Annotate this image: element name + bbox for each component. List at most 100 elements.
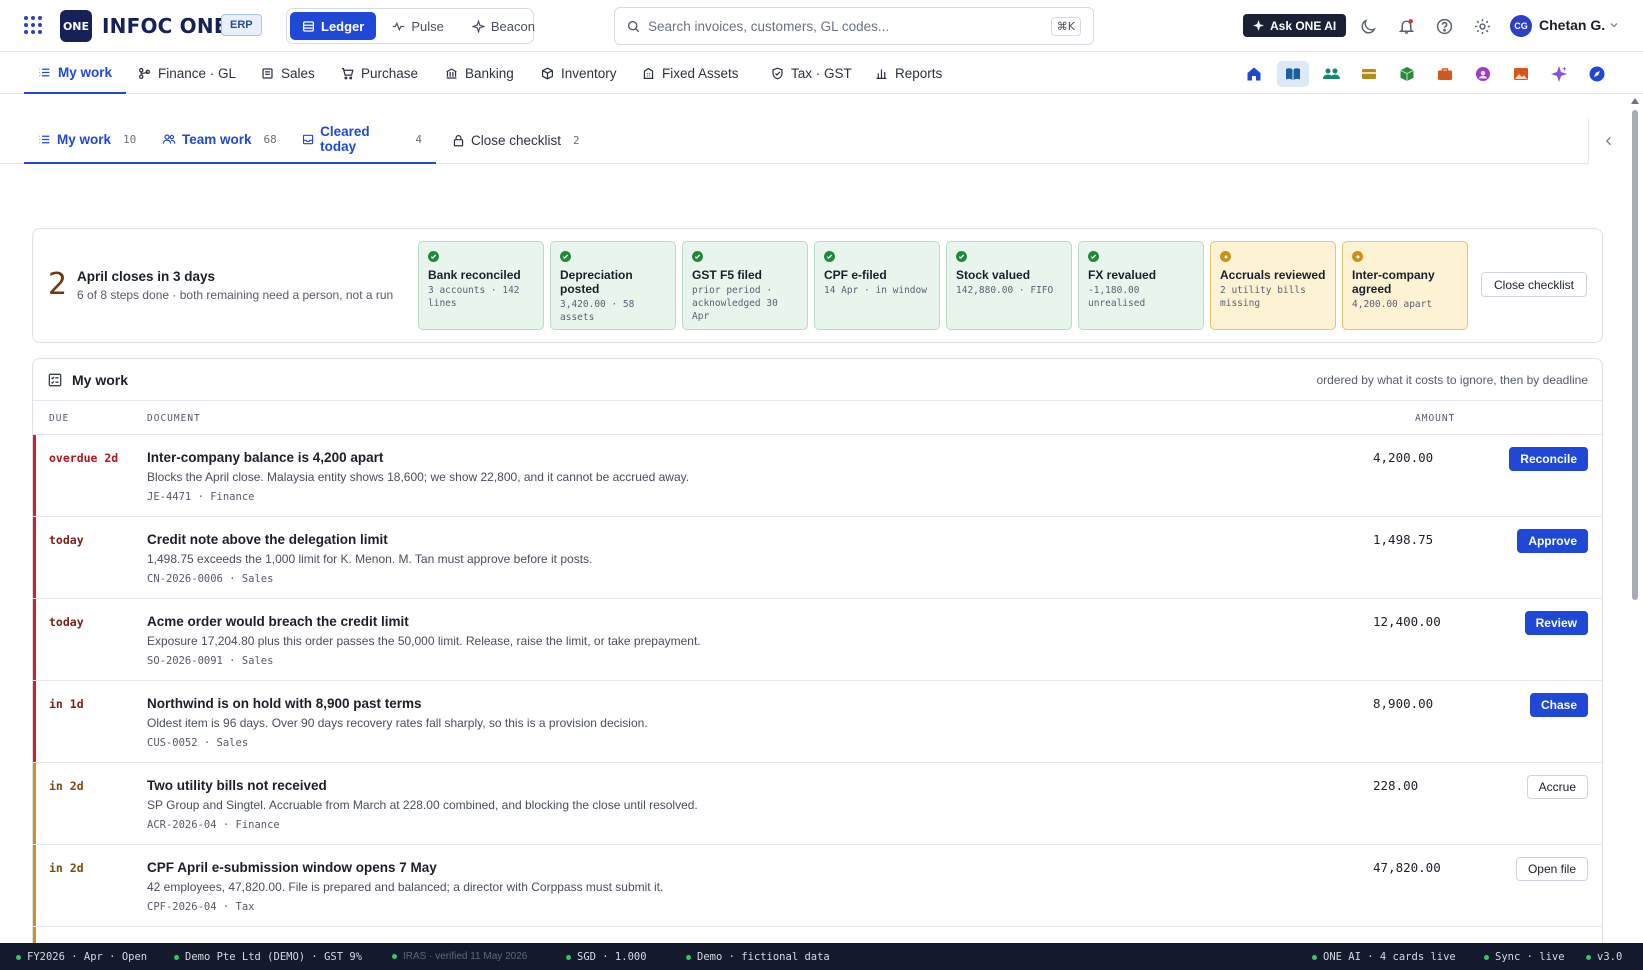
ledger-icon: [302, 20, 315, 32]
user-name[interactable]: Chetan G.: [1539, 17, 1605, 33]
module-tax-gst[interactable]: Tax · GST: [757, 52, 866, 94]
row-reference[interactable]: ACR-2026-04 · Finance: [147, 819, 280, 831]
lock-icon: [453, 134, 464, 146]
list-icon: [39, 135, 50, 143]
module-sales[interactable]: Sales: [247, 52, 329, 94]
due-label: overdue 2d: [49, 451, 119, 465]
row-reference[interactable]: CUS-0052 · Sales: [147, 737, 248, 749]
step-detail: 142,880.00 · FIFO: [956, 285, 1054, 296]
card-app-icon[interactable]: [1353, 61, 1385, 87]
table-row[interactable]: in 2d Two utility bills not received SP …: [33, 763, 1602, 845]
module-banking[interactable]: Banking: [431, 52, 528, 94]
people-app-icon[interactable]: [1315, 61, 1347, 87]
scroll-up-icon[interactable]: [1631, 98, 1639, 104]
table-row[interactable]: overdue 2d Inter-company balance is 4,20…: [33, 435, 1602, 517]
row-reference[interactable]: SO-2026-0091 · Sales: [147, 655, 273, 667]
chevron-down-icon[interactable]: [1608, 19, 1620, 31]
open-file-button[interactable]: Open file: [1515, 857, 1588, 881]
close-step[interactable]: FX revalued -1,180.00 unrealised: [1078, 241, 1204, 330]
module-fixed-assets[interactable]: Fixed Assets: [628, 52, 753, 94]
scrollbar[interactable]: [1630, 98, 1640, 943]
status-dot-icon: [174, 954, 179, 960]
close-step[interactable]: Accruals reviewed 2 utility bills missin…: [1210, 241, 1336, 330]
step-title: Accruals reviewed: [1220, 268, 1326, 282]
tab-cleared-today[interactable]: Cleared today 4: [288, 116, 436, 164]
status-dot-icon: [566, 954, 571, 960]
close-step[interactable]: Bank reconciled 3 accounts · 142 lines: [418, 241, 544, 330]
review-button[interactable]: Review: [1524, 611, 1588, 635]
table-row[interactable]: today Credit note above the delegation l…: [33, 517, 1602, 599]
row-amount: 1,498.75: [1373, 532, 1434, 547]
list-icon: [39, 68, 50, 76]
book-app-icon[interactable]: [1277, 61, 1309, 87]
step-detail: 4,200.00 apart: [1352, 299, 1433, 310]
mode-pulse-button[interactable]: Pulse: [380, 12, 456, 40]
tab-close-checklist[interactable]: Close checklist 2: [438, 116, 594, 164]
priority-bar: [33, 435, 36, 516]
scrollbar-thumb[interactable]: [1632, 110, 1638, 600]
help-icon[interactable]: [1433, 15, 1455, 37]
close-step[interactable]: CPF e-filed 14 Apr · in window: [814, 241, 940, 330]
tab-count: 2: [573, 133, 580, 147]
approve-button[interactable]: Approve: [1517, 529, 1588, 553]
row-reference[interactable]: CPF-2026-04 · Tax: [147, 901, 254, 913]
module-finance-gl[interactable]: Finance · GL: [124, 52, 250, 94]
status-dot-icon: [1484, 954, 1489, 960]
app-launcher-icon[interactable]: [24, 16, 42, 34]
due-label: today: [49, 533, 84, 547]
module-purchase[interactable]: Purchase: [327, 52, 432, 94]
row-amount: 8,900.00: [1373, 696, 1434, 711]
mode-ledger-button[interactable]: Ledger: [290, 12, 377, 40]
close-step[interactable]: GST F5 filed prior period · acknowledged…: [682, 241, 808, 330]
status-company: Demo Pte Ltd (DEMO) · GST 9%: [174, 951, 362, 963]
cube-app-icon[interactable]: [1391, 61, 1423, 87]
row-reference[interactable]: JE-4471 · Finance: [147, 491, 254, 503]
table-row[interactable]: in 1d Northwind is on hold with 8,900 pa…: [33, 681, 1602, 763]
close-step[interactable]: Depreciation posted 3,420.00 · 58 assets: [550, 241, 676, 330]
close-step[interactable]: Inter-company agreed 4,200.00 apart: [1342, 241, 1468, 330]
status-dot-icon: [392, 954, 397, 959]
compass-app-icon[interactable]: [1581, 61, 1613, 87]
step-detail: 14 Apr · in window: [824, 285, 927, 296]
row-title: Acme order would breach the credit limit: [147, 614, 409, 629]
global-search[interactable]: ⌘K: [614, 7, 1094, 45]
module-reports[interactable]: Reports: [861, 52, 956, 94]
step-detail: -1,180.00 unrealised: [1088, 285, 1146, 309]
tab-team-work[interactable]: Team work 68: [148, 116, 291, 164]
reconcile-button[interactable]: Reconcile: [1509, 447, 1588, 471]
row-reference[interactable]: CN-2026-0006 · Sales: [147, 573, 273, 585]
row-description: SP Group and Singtel. Accruable from Mar…: [147, 798, 698, 812]
image-app-icon[interactable]: [1505, 61, 1537, 87]
close-checklist-button[interactable]: Close checklist: [1481, 272, 1587, 297]
ask-ai-button[interactable]: Ask ONE AI: [1243, 14, 1347, 37]
table-row[interactable]: today Acme order would breach the credit…: [33, 599, 1602, 681]
chase-button[interactable]: Chase: [1529, 693, 1588, 717]
check-icon: [692, 251, 703, 262]
mode-beacon-button[interactable]: Beacon: [460, 12, 547, 40]
column-due: DUE: [49, 413, 70, 424]
briefcase-app-icon[interactable]: [1429, 61, 1461, 87]
receipt-icon: [262, 67, 273, 79]
search-input[interactable]: [648, 18, 1043, 34]
search-icon: [627, 20, 640, 32]
row-description: Oldest item is 96 days. Over 90 days rec…: [147, 716, 648, 730]
notifications-icon[interactable]: [1395, 15, 1417, 37]
panel-header: My work ordered by what it costs to igno…: [33, 359, 1602, 401]
settings-gear-icon[interactable]: [1471, 15, 1493, 37]
sparkle-app-icon[interactable]: [1543, 61, 1575, 87]
accrue-button[interactable]: Accrue: [1526, 775, 1588, 799]
avatar[interactable]: CG: [1510, 15, 1532, 37]
tab-my-work[interactable]: My work 10: [24, 116, 151, 164]
collapse-panel-button[interactable]: [1588, 118, 1628, 164]
pending-icon: [1352, 251, 1363, 262]
search-shortcut: ⌘K: [1050, 16, 1081, 36]
home-app-icon[interactable]: [1238, 61, 1270, 87]
dark-mode-icon[interactable]: [1357, 15, 1379, 37]
step-title: Depreciation posted: [560, 268, 633, 296]
module-my-work[interactable]: My work: [24, 52, 127, 94]
circle-app-icon[interactable]: [1467, 61, 1499, 87]
module-inventory[interactable]: Inventory: [527, 52, 631, 94]
pulse-icon: [393, 21, 405, 31]
close-step[interactable]: Stock valued 142,880.00 · FIFO: [946, 241, 1072, 330]
table-row[interactable]: in 2d CPF April e-submission window open…: [33, 845, 1602, 927]
